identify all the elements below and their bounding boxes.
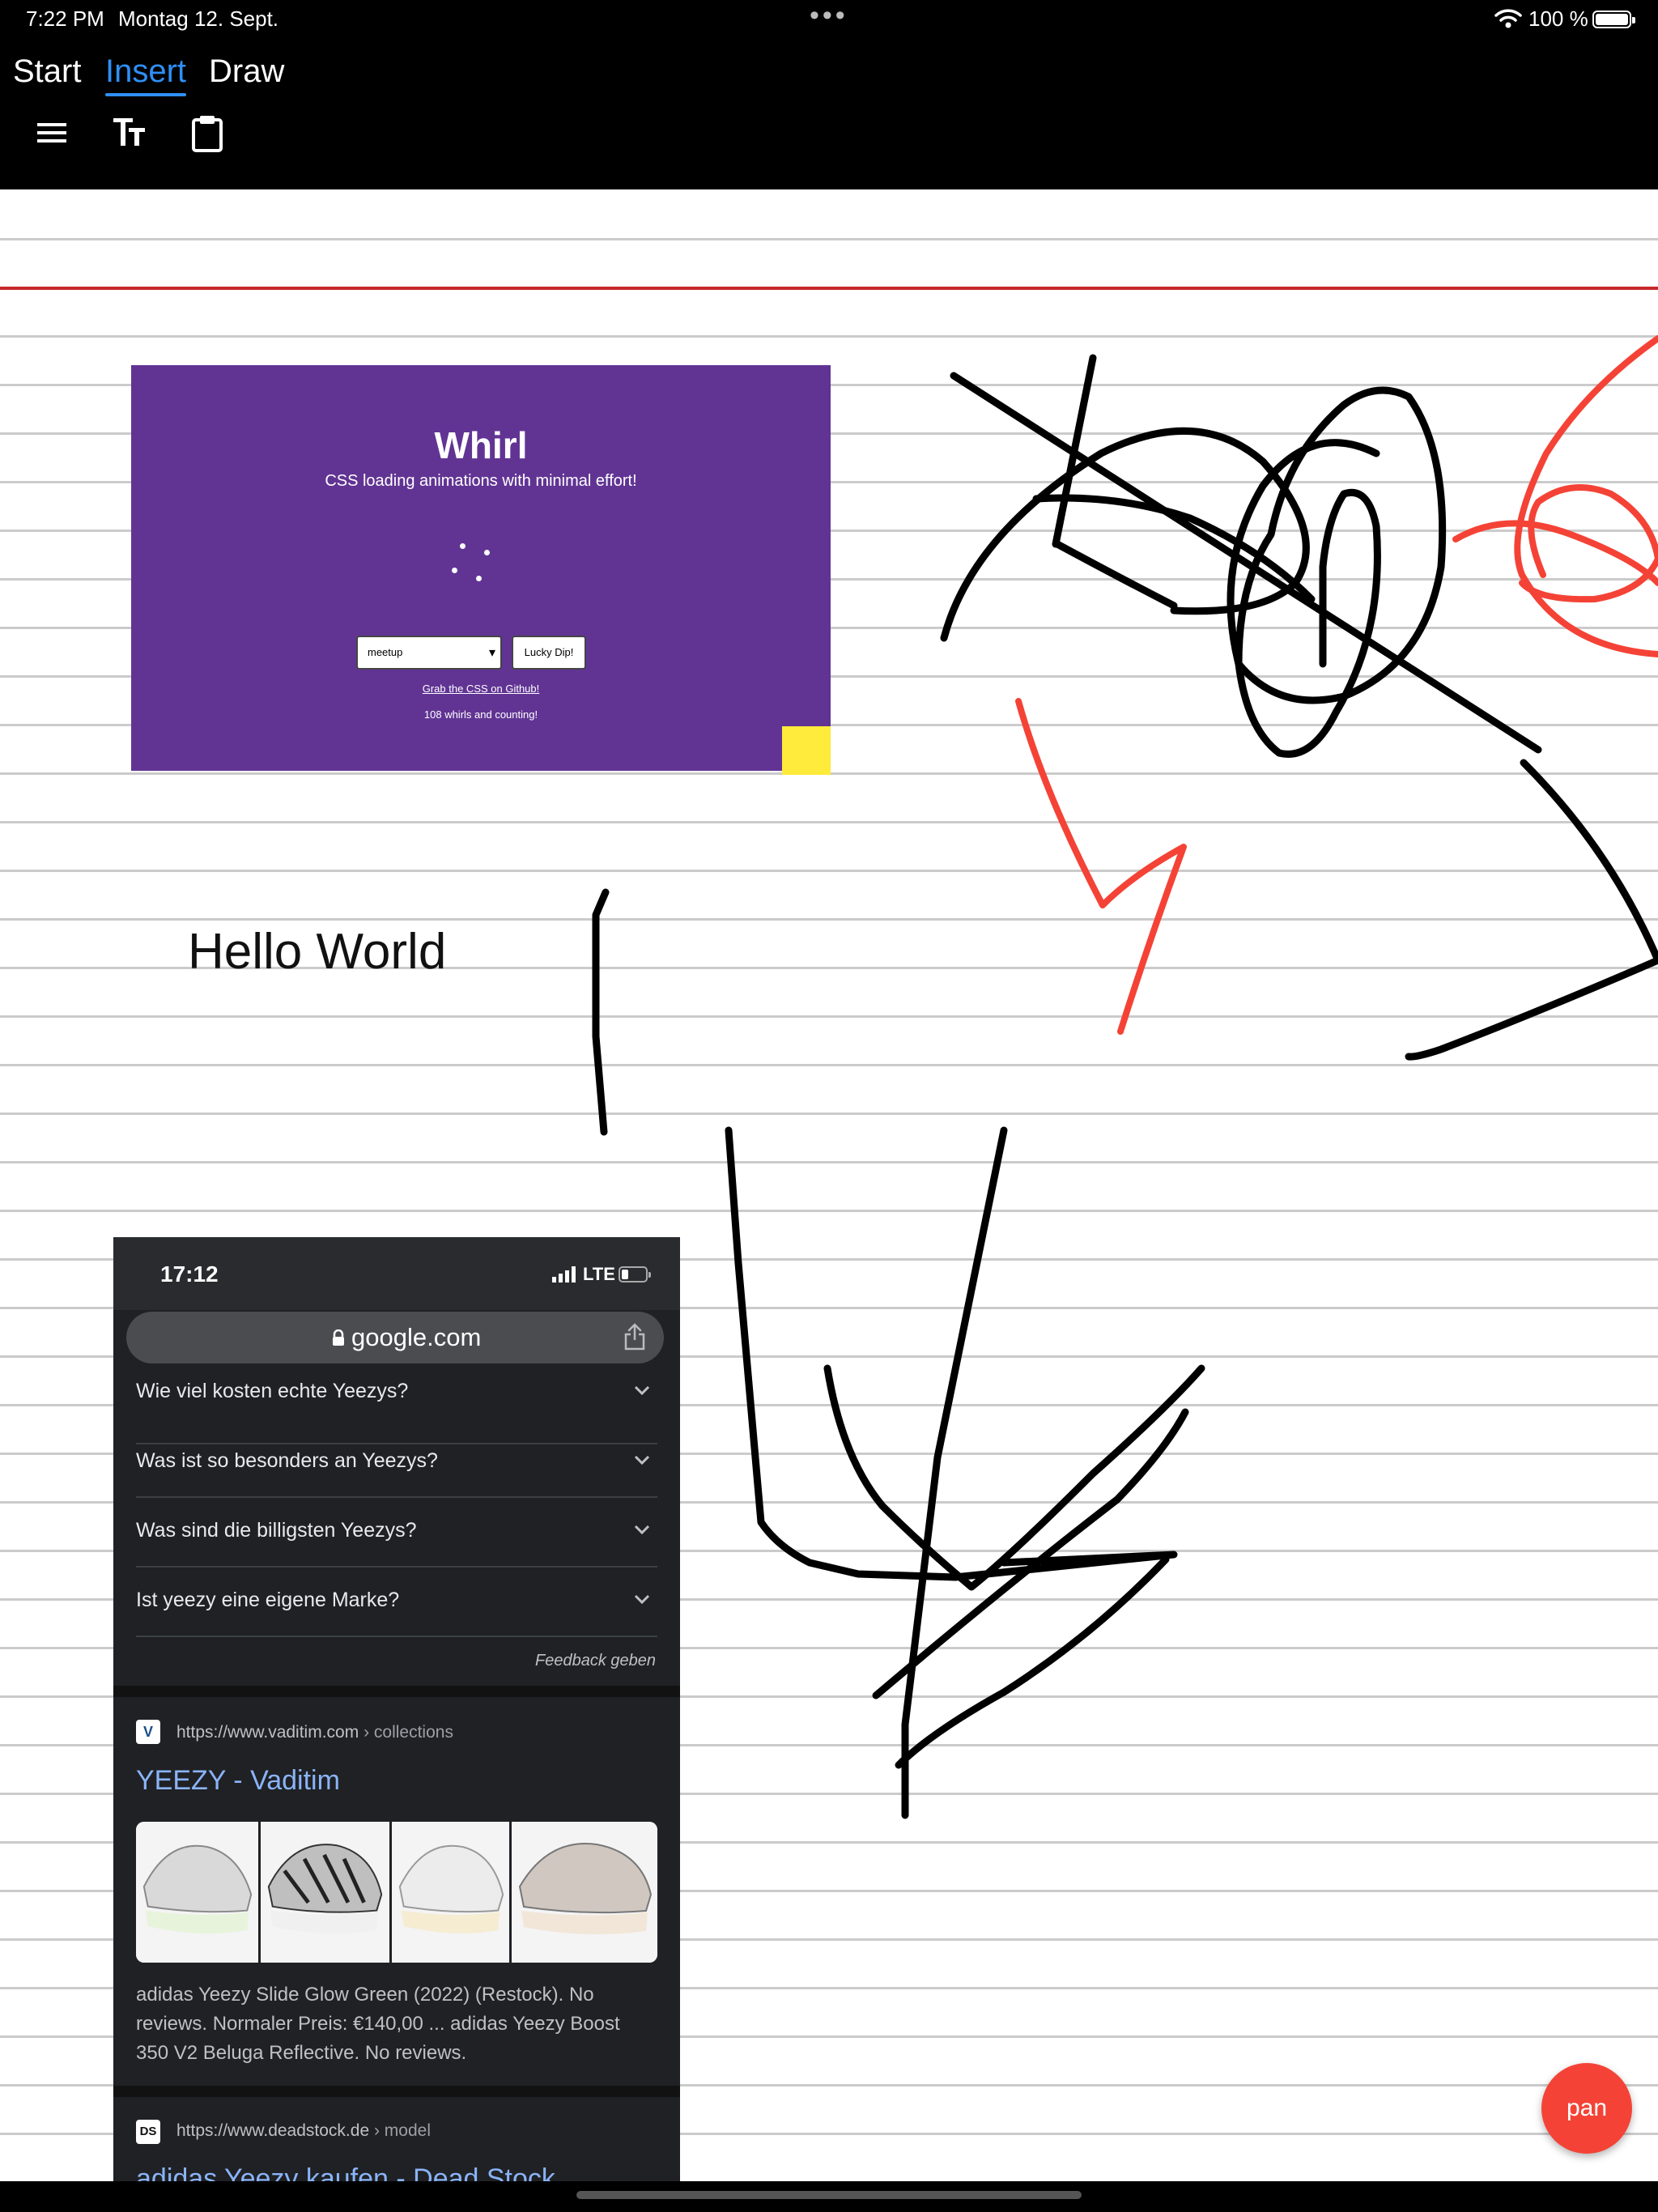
sneaker-image: [142, 1844, 253, 1933]
phone-status-bar: 17:12 LTE: [113, 1237, 680, 1310]
pan-button[interactable]: pan: [1541, 2063, 1632, 2154]
sneaker-image: [398, 1844, 504, 1933]
favicon-deadstock: DS: [136, 2120, 160, 2144]
chevron-down-icon: [634, 1385, 650, 1396]
ruled-line: [0, 1161, 1658, 1163]
tab-insert[interactable]: Insert: [105, 53, 187, 96]
ruled-line: [0, 335, 1658, 338]
product-thumbnails: [136, 1822, 657, 1963]
phone-network: LTE: [583, 1264, 615, 1284]
faq-question: Was sind die billigsten Yeezys?: [136, 1519, 417, 1542]
home-indicator[interactable]: [576, 2191, 1082, 2199]
result-url: https://www.vaditim.com › collections: [176, 1723, 453, 1742]
share-icon: [624, 1323, 645, 1351]
ruled-line: [0, 821, 1658, 823]
ruled-line: [0, 1210, 1658, 1212]
ruled-line: [0, 1064, 1658, 1066]
tab-start[interactable]: Start: [13, 53, 81, 90]
faq-question: Was ist so besonders an Yeezys?: [136, 1449, 438, 1472]
text-size-icon[interactable]: [110, 113, 149, 152]
ruled-line: [0, 1015, 1658, 1018]
result-crumb: › collections: [359, 1723, 453, 1742]
whirl-subtitle: CSS loading animations with minimal effo…: [325, 472, 637, 490]
result-url: https://www.deadstock.de › model: [176, 2121, 431, 2141]
whirl-select: meetup: [356, 636, 502, 670]
phone-time: 17:12: [160, 1261, 219, 1287]
text-box[interactable]: Hello World: [188, 923, 446, 981]
faq-question: Ist yeezy eine eigene Marke?: [136, 1589, 400, 1611]
app-header: 7:22 PM Montag 12. Sept. ••• 100 % Start…: [0, 0, 1658, 189]
phone-battery-icon: [619, 1266, 651, 1283]
battery-percent: 100 %: [1528, 6, 1588, 31]
chevron-down-icon: [634, 1525, 650, 1535]
chevron-down-icon: [634, 1455, 650, 1465]
resize-handle[interactable]: [782, 726, 831, 775]
feedback-link: Feedback geben: [534, 1652, 656, 1670]
ruled-line: [0, 918, 1658, 921]
status-time: 7:22 PM: [26, 6, 104, 31]
result-domain: https://www.deadstock.de: [176, 2121, 370, 2140]
wifi-icon: [1494, 9, 1522, 28]
sneaker-thumbnail: [261, 1822, 392, 1963]
margin-line: [0, 287, 1658, 290]
spinner-dot: [484, 550, 490, 555]
favicon-vaditim: V: [136, 1720, 160, 1744]
clipboard-icon[interactable]: [188, 113, 227, 152]
inserted-image-phone-screenshot[interactable]: 17:12 LTE google.com Wie viel kosten ech…: [113, 1237, 680, 2212]
url-text: google.com: [351, 1323, 482, 1351]
ruled-line: [0, 870, 1658, 872]
whirl-title: Whirl: [434, 424, 528, 466]
sneaker-image: [267, 1844, 383, 1934]
home-bar: [0, 2181, 1658, 2212]
chevron-down-icon: [634, 1594, 650, 1605]
result-title: YEEZY - Vaditim: [136, 1765, 340, 1796]
battery-icon: [1592, 11, 1635, 28]
spinner-dot: [476, 576, 482, 581]
lucky-dip-button: Lucky Dip!: [512, 636, 586, 670]
menu-icon[interactable]: [32, 113, 71, 152]
sneaker-image: [518, 1843, 653, 1934]
divider: [113, 2086, 680, 2097]
faq-item: Was sind die billigsten Yeezys?: [136, 1498, 657, 1568]
faq-item: Ist yeezy eine eigene Marke?: [136, 1568, 657, 1637]
faq-item: Was ist so besonders an Yeezys?: [136, 1428, 657, 1498]
signal-icon: [552, 1266, 576, 1283]
sneaker-thumbnail: [512, 1822, 657, 1963]
tab-draw[interactable]: Draw: [209, 53, 284, 90]
sneaker-thumbnail: [392, 1822, 512, 1963]
url-bar: google.com: [126, 1312, 664, 1363]
ruled-line: [0, 1112, 1658, 1115]
lock-icon: [333, 1329, 344, 1346]
multitasking-dots-icon[interactable]: •••: [810, 0, 848, 32]
inserted-image-whirl[interactable]: Whirl CSS loading animations with minima…: [131, 365, 831, 775]
status-date: Montag 12. Sept.: [118, 6, 279, 31]
spinner-dot: [460, 543, 466, 549]
spinner-dot: [452, 568, 457, 573]
result-crumb: › model: [369, 2121, 431, 2140]
result-domain: https://www.vaditim.com: [176, 1723, 359, 1742]
whirl-count: 108 whirls and counting!: [423, 708, 538, 721]
ruled-line: [0, 238, 1658, 240]
sneaker-thumbnail: [136, 1822, 261, 1963]
result-snippet: adidas Yeezy Slide Glow Green (2022) (Re…: [136, 1984, 620, 2064]
github-link: Grab the CSS on Github!: [422, 683, 540, 695]
faq-question: Wie viel kosten echte Yeezys?: [136, 1380, 409, 1402]
divider: [113, 1686, 680, 1697]
